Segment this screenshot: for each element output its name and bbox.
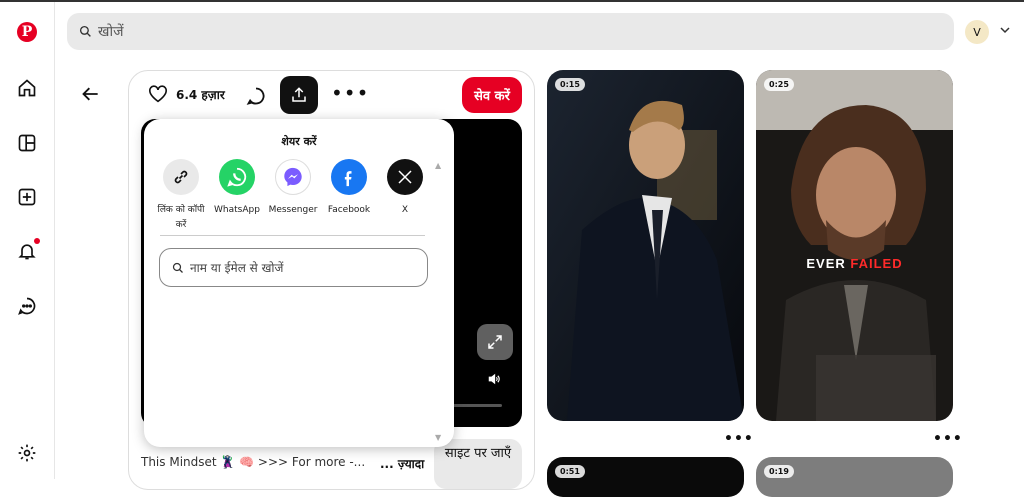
notification-badge — [34, 238, 40, 244]
share-option-x[interactable]: X — [375, 159, 435, 218]
pin-thumbnail[interactable]: 0:19 — [756, 457, 953, 497]
settings-icon[interactable] — [15, 441, 39, 465]
pin-thumbnail[interactable]: 0:25 EVER FAILED — [756, 70, 953, 421]
caption-word: EVER — [806, 256, 846, 271]
expand-icon — [488, 335, 502, 349]
share-option-copy-link[interactable]: लिंक को कॉपी करें — [151, 159, 211, 233]
link-icon — [163, 159, 199, 195]
facebook-icon — [331, 159, 367, 195]
share-search-input[interactable]: नाम या ईमेल से खोजें — [190, 259, 283, 276]
pin-more-options-button[interactable]: ••• — [933, 432, 963, 446]
scroll-down-arrow-icon[interactable]: ▼ — [435, 433, 441, 442]
share-option-label: WhatsApp — [214, 205, 260, 215]
share-title: शेयर करें — [281, 135, 317, 148]
share-option-whatsapp[interactable]: WhatsApp — [207, 159, 267, 218]
visit-site-button[interactable]: साइट पर जाएँ — [434, 439, 522, 489]
x-icon — [387, 159, 423, 195]
like-button[interactable]: 6.4 हज़ार — [148, 85, 225, 103]
more-options-button[interactable]: ••• — [331, 83, 369, 103]
share-option-label: Facebook — [327, 205, 371, 215]
back-arrow-icon[interactable] — [80, 84, 102, 104]
share-icon — [292, 87, 306, 102]
caption-word-highlight: FAILED — [850, 256, 903, 271]
expand-button[interactable] — [477, 324, 513, 360]
pin-description: This Mindset 🦹‍♂️ 🧠 >>> For more -... — [141, 455, 366, 469]
volume-icon[interactable] — [487, 372, 501, 386]
pinterest-logo-icon[interactable]: P — [17, 22, 37, 42]
create-icon[interactable] — [15, 185, 39, 209]
save-button[interactable]: सेव करें — [462, 77, 522, 113]
video-duration-badge: 0:19 — [764, 465, 794, 478]
search-input[interactable]: खोजें — [98, 22, 123, 41]
messages-icon[interactable] — [15, 294, 39, 318]
like-count: 6.4 हज़ार — [176, 87, 225, 102]
comment-icon[interactable] — [246, 86, 266, 106]
left-nav-rail: P — [0, 2, 55, 479]
share-option-facebook[interactable]: Facebook — [319, 159, 379, 218]
more-text-link[interactable]: ... ज़्यादा — [380, 455, 424, 472]
pin-thumbnail[interactable]: 0:15 — [547, 70, 744, 421]
video-progress-bar[interactable] — [452, 404, 502, 407]
scroll-up-arrow-icon[interactable]: ▲ — [435, 161, 441, 170]
share-option-label: X — [401, 205, 409, 215]
chevron-down-icon[interactable] — [999, 25, 1011, 35]
share-option-messenger[interactable]: Messenger — [263, 159, 323, 218]
heart-icon — [149, 85, 167, 103]
share-option-label: Messenger — [268, 205, 318, 215]
video-duration-badge: 0:15 — [555, 78, 585, 91]
pin-more-options-button[interactable]: ••• — [724, 432, 754, 446]
share-popover: शेयर करें लिंक को कॉपी करें WhatsApp Mes… — [144, 119, 454, 447]
home-icon[interactable] — [15, 76, 39, 100]
share-button[interactable] — [280, 76, 318, 114]
search-bar[interactable]: खोजें — [67, 13, 954, 50]
window-top-border — [0, 0, 1024, 2]
thumbnail-image — [756, 70, 953, 421]
whatsapp-icon — [219, 159, 255, 195]
pin-thumbnail[interactable]: 0:51 — [547, 457, 744, 497]
avatar[interactable]: V — [965, 20, 989, 44]
divider — [160, 235, 425, 236]
search-icon — [79, 25, 91, 37]
video-caption: EVER FAILED — [756, 256, 953, 271]
messenger-icon — [275, 159, 311, 195]
explore-icon[interactable] — [15, 131, 39, 155]
video-duration-badge: 0:51 — [555, 465, 585, 478]
share-search-field[interactable]: नाम या ईमेल से खोजें — [159, 248, 428, 287]
video-duration-badge: 0:25 — [764, 78, 794, 91]
thumbnail-image — [547, 70, 744, 421]
share-option-label: लिंक को कॉपी करें — [157, 205, 205, 230]
search-icon — [172, 262, 183, 273]
